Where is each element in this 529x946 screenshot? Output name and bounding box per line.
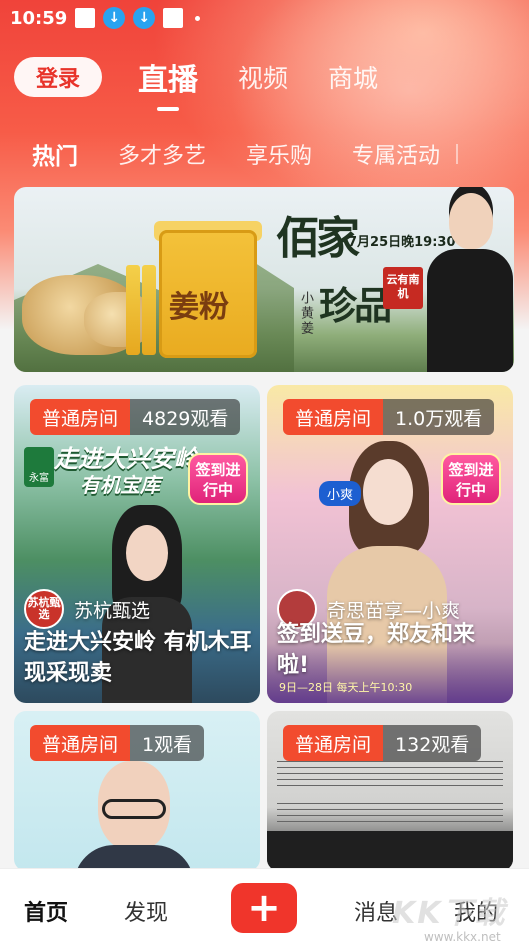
host-avatar: 苏杭甄选 xyxy=(24,589,64,629)
host-info: 苏杭甄选 苏杭甄选 xyxy=(24,589,150,629)
piano-keys xyxy=(267,831,513,871)
room-badge: 普通房间 132观看 xyxy=(283,725,482,761)
live-room-card[interactable]: 永富 走进大兴安岭 有机宝库 签到进行中 普通房间 4829观看 苏杭甄选 苏杭… xyxy=(14,385,260,703)
status-bar: 10:59 ↓ ↓ xyxy=(0,0,529,36)
top-nav: 登录 直播 视频 商城 xyxy=(0,52,529,102)
banner-jar-label: 姜粉 xyxy=(169,290,229,325)
card-title: 走进大兴安岭 有机木耳现采现卖 xyxy=(24,630,252,686)
live-room-card[interactable]: 普通房间 132观看 xyxy=(267,711,513,871)
room-type-label: 普通房间 xyxy=(30,399,131,435)
card-subheadline: 有机宝库 xyxy=(80,473,160,497)
promo-strip-text: 9日—28日 每天上午10:30 xyxy=(279,681,413,694)
category-more-divider xyxy=(456,144,459,164)
tab-live[interactable]: 直播 xyxy=(138,55,198,99)
host-photo xyxy=(74,761,194,871)
banner-seal: 云有南机 xyxy=(383,267,423,309)
banner-host-photo xyxy=(427,193,513,372)
live-room-card[interactable]: 签到进行中 小爽 普通房间 1.0万观看 奇思苗享—小爽 签到送豆，郑友和来啦!… xyxy=(267,385,513,703)
live-room-card[interactable]: 普通房间 1观看 xyxy=(14,711,260,871)
tab-mall[interactable]: 商城 xyxy=(328,59,378,95)
view-count: 1.0万观看 xyxy=(383,399,495,435)
room-type-label: 普通房间 xyxy=(283,725,384,761)
room-badge: 普通房间 4829观看 xyxy=(30,399,241,435)
room-badge: 普通房间 1.0万观看 xyxy=(283,399,495,435)
download-icon: ↓ xyxy=(103,7,126,29)
card-title: 签到送豆，郑友和来啦! xyxy=(277,622,476,678)
plus-icon: + xyxy=(247,885,281,931)
watermark-url: www.kkx.net xyxy=(424,930,501,944)
category-talent[interactable]: 多才多艺 xyxy=(118,138,206,170)
banner-subtitle: 小黄姜 xyxy=(298,291,313,336)
category-nav: 热门 多才多艺 享乐购 专属活动 xyxy=(0,134,529,174)
view-count: 4829观看 xyxy=(130,399,241,435)
nav-home[interactable]: 首页 xyxy=(24,895,68,927)
host-name: 苏杭甄选 xyxy=(74,599,151,622)
download-icon: ↓ xyxy=(133,7,156,29)
status-time: 10:59 xyxy=(10,7,68,29)
view-count: 1观看 xyxy=(130,725,205,761)
category-shopping[interactable]: 享乐购 xyxy=(246,138,312,170)
category-activities[interactable]: 专属活动 xyxy=(352,138,440,170)
promo-banner[interactable]: 姜粉 佰家 7月25日晚19:30 珍品 小黄姜 云有南机 xyxy=(14,187,514,372)
banner-title-2: 珍品 xyxy=(319,283,392,328)
tab-video[interactable]: 视频 xyxy=(238,59,288,95)
more-notifications-icon xyxy=(195,15,201,21)
room-type-label: 普通房间 xyxy=(30,725,131,761)
nav-discover[interactable]: 发现 xyxy=(124,895,168,927)
room-badge: 普通房间 1观看 xyxy=(30,725,205,761)
checkin-badge: 签到进行中 xyxy=(441,453,501,505)
brand-logo: 永富 xyxy=(24,447,54,487)
host-tag: 小爽 xyxy=(319,481,362,506)
banner-title: 佰家 xyxy=(276,213,360,264)
room-type-label: 普通房间 xyxy=(283,399,384,435)
banner-product-stick xyxy=(142,265,156,355)
category-hot[interactable]: 热门 xyxy=(32,137,78,171)
checkin-badge: 签到进行中 xyxy=(188,453,248,505)
create-button[interactable]: + xyxy=(231,883,297,933)
watermark: KK下载 xyxy=(392,896,507,931)
login-button[interactable]: 登录 xyxy=(14,57,102,97)
banner-product-stick xyxy=(126,265,140,355)
notification-icon xyxy=(163,8,184,28)
view-count: 132观看 xyxy=(383,725,482,761)
notification-icon xyxy=(75,8,96,28)
